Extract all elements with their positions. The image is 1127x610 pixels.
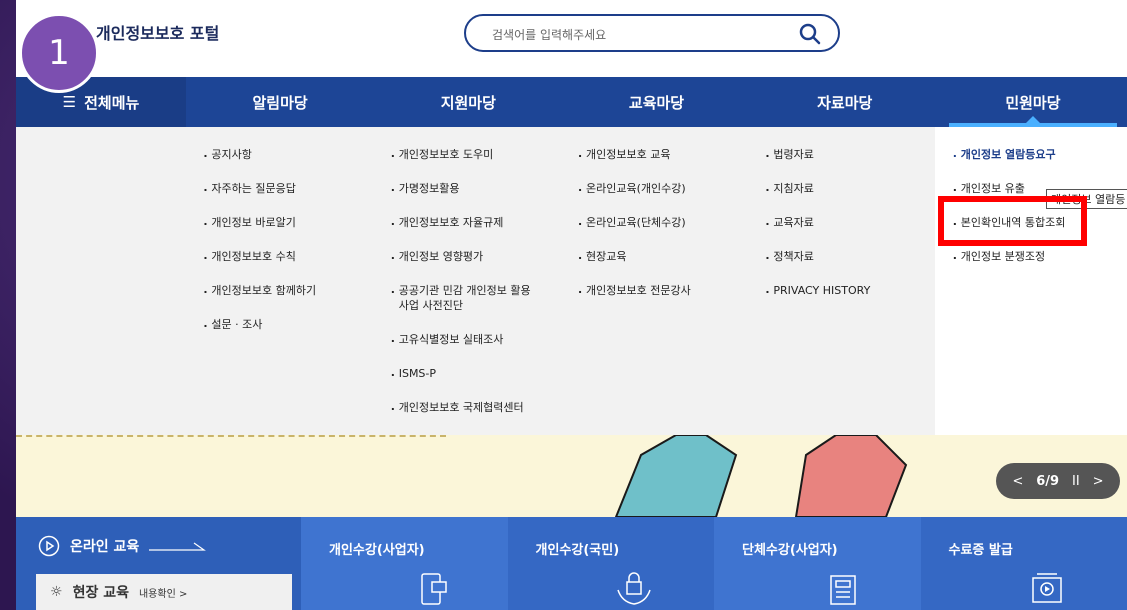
nav-civil[interactable]: 민원마당: [939, 77, 1127, 127]
play-icon: [38, 535, 60, 556]
slider-controls: < 6/9 II >: [996, 463, 1120, 499]
nav-education[interactable]: 교육마당: [562, 77, 750, 127]
main-nav: ☰ 전체메뉴 알림마당 지원마당 교육마당 자료마당 민원마당: [16, 77, 1127, 127]
next-icon[interactable]: >: [1093, 474, 1104, 489]
menu-item[interactable]: 개인정보보호 도우미: [391, 146, 560, 162]
certificate-icon: [1032, 573, 1062, 603]
quick-item-label: 수료증 발급: [948, 543, 1013, 558]
step-badge: 1: [19, 13, 99, 93]
menu-item[interactable]: 설문 · 조사: [203, 316, 372, 332]
onsite-edu-label: 현장 교육: [72, 585, 129, 601]
nav-support[interactable]: 지원마당: [374, 77, 562, 127]
menu-item[interactable]: 개인정보 바로알기: [203, 214, 372, 230]
menu-item[interactable]: 온라인교육(개인수강): [578, 180, 747, 196]
menu-col-support: 개인정보보호 도우미 가명정보활용 개인정보보호 자율규제 개인정보 영향평가 …: [373, 127, 560, 435]
menu-item[interactable]: 개인정보보호 국제협력센터: [391, 399, 560, 415]
onsite-detail-link[interactable]: 내용확인 >: [139, 585, 187, 600]
menu-spacer: [16, 127, 185, 435]
menu-item[interactable]: 개인정보보호 전문강사: [578, 282, 747, 298]
menu-item[interactable]: 정책자료: [765, 248, 934, 264]
menu-item[interactable]: 법령자료: [765, 146, 934, 162]
quick-menu: 온라인 교육 ☼ 현장 교육 내용확인 > 개인수강(사업자) 개인수강(국민): [16, 517, 1127, 610]
portal-page: 개인정보보호 포털 검색어를 입력해주세요 ☰ 전체메뉴 알림마당 지원마당 교…: [16, 0, 1127, 610]
menu-item[interactable]: 자주하는 질문응답: [203, 180, 372, 196]
menu-item[interactable]: 개인정보 영향평가: [391, 248, 560, 264]
quick-item-personal-business[interactable]: 개인수강(사업자): [301, 517, 508, 610]
slide-counter: 6/9: [1036, 473, 1060, 489]
menu-item[interactable]: 공공기관 민감 개인정보 활용사업 사전진단: [391, 282, 541, 313]
quick-item-label: 개인수강(국민): [535, 543, 620, 558]
quick-item-personal-citizen[interactable]: 개인수강(국민): [507, 517, 714, 610]
menu-col-notice: 공지사항 자주하는 질문응답 개인정보 바로알기 개인정보보호 수칙 개인정보보…: [185, 127, 372, 435]
search-icon[interactable]: [798, 22, 822, 46]
banner-illustration: [614, 434, 908, 518]
quick-item-label: 단체수강(사업자): [742, 543, 838, 558]
quick-left: 온라인 교육 ☼ 현장 교육 내용확인 >: [16, 517, 301, 610]
all-menu-label: 전체메뉴: [84, 93, 140, 112]
hero-banner: [16, 434, 1127, 518]
mega-menu: 공지사항 자주하는 질문응답 개인정보 바로알기 개인정보보호 수칙 개인정보보…: [16, 127, 1127, 435]
menu-col-education: 개인정보보호 교육 온라인교육(개인수강) 온라인교육(단체수강) 현장교육 개…: [560, 127, 747, 435]
header: 개인정보보호 포털 검색어를 입력해주세요: [16, 0, 1127, 77]
online-edu-label: 온라인 교육: [70, 538, 140, 555]
online-edu-link[interactable]: 온라인 교육: [16, 517, 301, 574]
menu-item[interactable]: 개인정보보호 교육: [578, 146, 747, 162]
menu-item[interactable]: 지침자료: [765, 180, 934, 196]
arrow-icon: [149, 542, 207, 551]
phone-icon: [420, 573, 447, 605]
document-icon: [829, 575, 856, 605]
divider: [16, 435, 446, 437]
menu-item[interactable]: 가명정보활용: [391, 180, 560, 196]
menu-item[interactable]: 개인정보보호 자율규제: [391, 214, 560, 230]
hamburger-icon: ☰: [62, 93, 77, 111]
menu-item[interactable]: 공지사항: [203, 146, 372, 162]
nav-notice[interactable]: 알림마당: [186, 77, 374, 127]
menu-item[interactable]: 온라인교육(단체수강): [578, 214, 747, 230]
prev-icon[interactable]: <: [1012, 474, 1023, 489]
quick-item-group-business[interactable]: 단체수강(사업자): [714, 517, 921, 610]
menu-item[interactable]: 개인정보 분쟁조정: [953, 248, 1127, 264]
menu-item[interactable]: 개인정보 열람등요구: [953, 146, 1127, 162]
highlight-box: [938, 196, 1087, 246]
menu-item[interactable]: 고유식별정보 실태조사: [391, 331, 560, 347]
lock-hands-icon: [617, 572, 651, 605]
pause-icon[interactable]: II: [1072, 474, 1080, 489]
quick-item-certificate[interactable]: 수료증 발급: [920, 517, 1127, 610]
site-logo[interactable]: 개인정보보호 포털: [96, 20, 219, 44]
menu-item[interactable]: PRIVACY HISTORY: [765, 282, 934, 298]
search-input[interactable]: 검색어를 입력해주세요: [464, 14, 840, 52]
menu-item[interactable]: 개인정보보호 수칙: [203, 248, 372, 264]
menu-item[interactable]: 현장교육: [578, 248, 747, 264]
menu-item[interactable]: 개인정보보호 함께하기: [203, 282, 372, 298]
menu-col-resources: 법령자료 지침자료 교육자료 정책자료 PRIVACY HISTORY: [747, 127, 934, 435]
search-placeholder: 검색어를 입력해주세요: [492, 28, 607, 42]
sun-icon: ☼: [50, 584, 63, 600]
quick-item-label: 개인수강(사업자): [329, 543, 425, 558]
menu-item[interactable]: ISMS-P: [391, 365, 560, 381]
onsite-edu-link[interactable]: ☼ 현장 교육 내용확인 >: [36, 574, 292, 610]
nav-resources[interactable]: 자료마당: [751, 77, 939, 127]
menu-item[interactable]: 교육자료: [765, 214, 934, 230]
menu-col-civil: 개인정보 열람등요구 개인정보 유출 본인확인내역 통합조회 개인정보 분쟁조정: [934, 127, 1127, 435]
